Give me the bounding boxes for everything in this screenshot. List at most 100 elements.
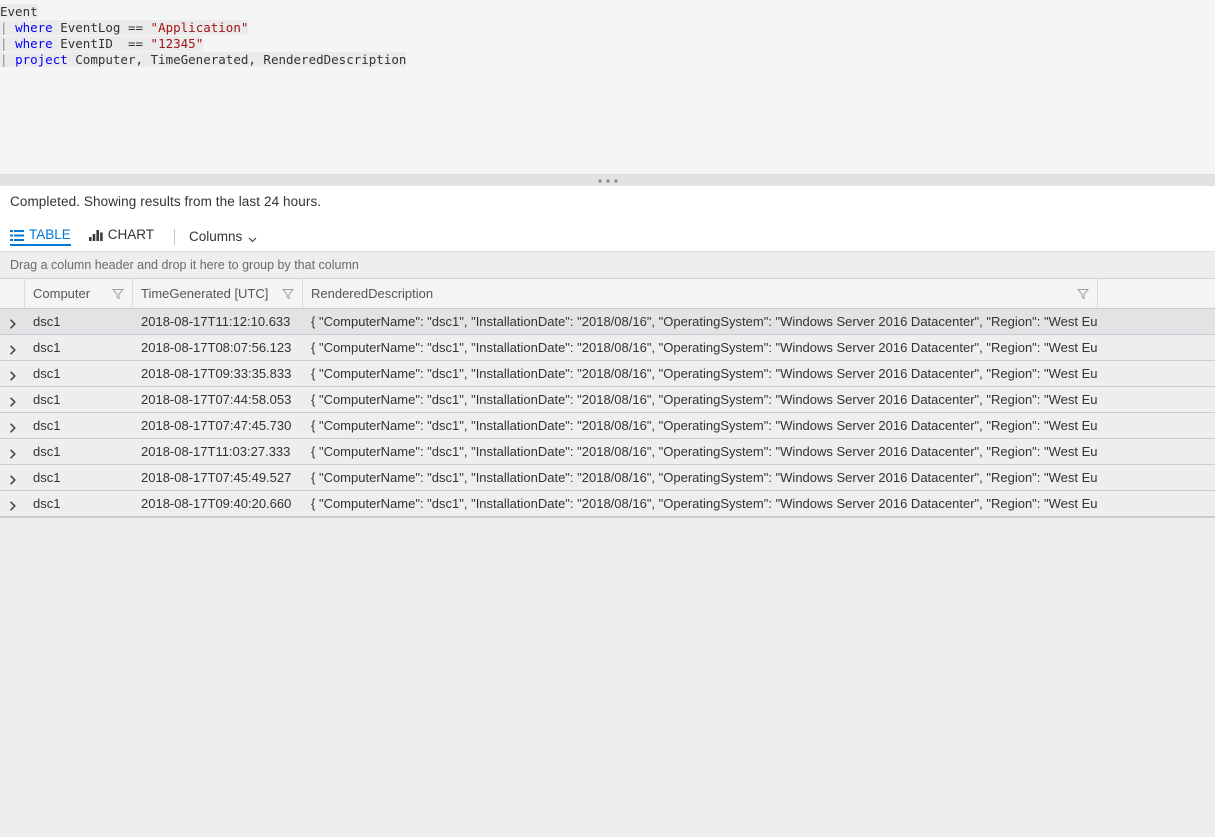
- column-header-filler: [1098, 279, 1215, 308]
- code-token: Event: [0, 4, 38, 19]
- group-by-dropzone[interactable]: Drag a column header and drop it here to…: [0, 251, 1215, 279]
- row-expand-chevron-right-icon[interactable]: [0, 413, 25, 438]
- cell-timegenerated: 2018-08-17T11:12:10.633: [141, 314, 291, 329]
- code-token: "Application": [150, 20, 249, 35]
- table-row[interactable]: dsc1 2018-08-17T07:45:49.527 { "ComputerNa…: [0, 465, 1215, 491]
- grid-header-row: Computer TimeGenerated [UTC] RenderedDes…: [0, 279, 1215, 309]
- cell-timegenerated: 2018-08-17T08:07:56.123: [141, 340, 292, 355]
- column-header-computer-label: Computer: [33, 286, 91, 301]
- cell-timegenerated: 2018-08-17T09:33:35.833: [141, 366, 292, 381]
- cell-rendereddescription: { "ComputerName": "dsc1", "InstallationD…: [311, 340, 1098, 355]
- code-token: |: [0, 20, 16, 35]
- table-row[interactable]: dsc1 2018-08-17T09:33:35.833 { "ComputerNa…: [0, 361, 1215, 387]
- table-row[interactable]: dsc1 2018-08-17T07:47:45.730 { "ComputerNa…: [0, 413, 1215, 439]
- row-expand-chevron-right-icon[interactable]: [0, 491, 25, 516]
- cell-computer: dsc1: [33, 470, 61, 485]
- cell-timegenerated: 2018-08-17T07:47:45.730: [141, 418, 292, 433]
- cell-filler: [1098, 361, 1215, 386]
- table-row[interactable]: dsc1 2018-08-17T07:44:58.053 { "ComputerNa…: [0, 387, 1215, 413]
- cell-timegenerated: 2018-08-17T07:45:49.527: [141, 470, 292, 485]
- tab-table-label: TABLE: [29, 227, 71, 242]
- column-header-timegenerated[interactable]: TimeGenerated [UTC]: [133, 279, 303, 308]
- row-expand-chevron-right-icon[interactable]: [0, 335, 25, 360]
- chevron-down-icon: [248, 232, 257, 243]
- results-view-toolbar: TABLE CHART Columns: [0, 222, 1215, 251]
- row-expand-chevron-right-icon[interactable]: [0, 361, 25, 386]
- cell-timegenerated: 2018-08-17T11:03:27.333: [141, 444, 291, 459]
- cell-rendereddescription: { "ComputerName": "dsc1", "InstallationD…: [311, 392, 1098, 407]
- cell-timegenerated: 2018-08-17T09:40:20.660: [141, 496, 292, 511]
- row-expand-chevron-right-icon[interactable]: [0, 309, 25, 334]
- columns-dropdown[interactable]: Columns: [189, 229, 257, 244]
- column-header-rendereddescription[interactable]: RenderedDescription: [303, 279, 1098, 308]
- cell-computer: dsc1: [33, 392, 61, 407]
- table-row[interactable]: dsc1 2018-08-17T08:07:56.123 { "ComputerNa…: [0, 335, 1215, 361]
- code-token: Computer, TimeGenerated, RenderedDescrip…: [67, 52, 407, 67]
- tab-chart-label: CHART: [107, 227, 155, 242]
- query-line-1[interactable]: Event: [0, 4, 1215, 20]
- results-status-text: Completed. Showing results from the last…: [10, 194, 322, 209]
- results-panel: Completed. Showing results from the last…: [0, 186, 1215, 837]
- table-row[interactable]: dsc1 2018-08-17T11:12:10.633 { "ComputerNa…: [0, 309, 1215, 335]
- cell-rendereddescription: { "ComputerName": "dsc1", "InstallationD…: [311, 418, 1098, 433]
- grid-empty-area: [0, 517, 1215, 837]
- cell-rendereddescription: { "ComputerName": "dsc1", "InstallationD…: [311, 496, 1098, 511]
- tab-table[interactable]: TABLE: [10, 227, 71, 246]
- table-row[interactable]: dsc1 2018-08-17T11:03:27.333 { "ComputerNa…: [0, 439, 1215, 465]
- code-token: project: [15, 52, 68, 67]
- row-expand-chevron-right-icon[interactable]: [0, 465, 25, 490]
- query-line-text: | project Computer, TimeGenerated, Rende…: [0, 52, 407, 67]
- filter-icon-timegenerated[interactable]: [281, 288, 295, 300]
- grid-header-expander-cell: [0, 279, 25, 308]
- query-line-2[interactable]: | where EventLog == "Application": [0, 20, 1215, 36]
- grid-body: dsc1 2018-08-17T11:12:10.633 { "ComputerNa…: [0, 309, 1215, 517]
- column-header-rendereddescription-label: RenderedDescription: [311, 286, 434, 301]
- code-token: EventID ==: [52, 36, 151, 51]
- splitter-grip-icon: [598, 179, 617, 182]
- cell-computer: dsc1: [33, 314, 61, 329]
- table-rows-icon: [10, 229, 24, 241]
- cell-filler: [1098, 309, 1215, 334]
- results-grid: Computer TimeGenerated [UTC] RenderedDes…: [0, 279, 1215, 837]
- tab-chart[interactable]: CHART: [88, 227, 155, 246]
- cell-computer: dsc1: [33, 340, 61, 355]
- code-token: EventLog ==: [52, 20, 151, 35]
- query-line-text: | where EventID == "12345": [0, 36, 204, 51]
- code-token: |: [0, 36, 16, 51]
- cell-rendereddescription: { "ComputerName": "dsc1", "InstallationD…: [311, 470, 1098, 485]
- query-line-3[interactable]: | where EventID == "12345": [0, 36, 1215, 52]
- cell-timegenerated: 2018-08-17T07:44:58.053: [141, 392, 292, 407]
- cell-computer: dsc1: [33, 418, 61, 433]
- row-expand-chevron-right-icon[interactable]: [0, 439, 25, 464]
- toolbar-divider: [174, 228, 176, 245]
- code-token: |: [0, 52, 16, 67]
- row-expand-chevron-right-icon[interactable]: [0, 387, 25, 412]
- table-row[interactable]: dsc1 2018-08-17T09:40:20.660 { "ComputerNa…: [0, 491, 1215, 517]
- query-line-4[interactable]: | project Computer, TimeGenerated, Rende…: [0, 52, 1215, 68]
- cell-filler: [1098, 439, 1215, 464]
- cell-filler: [1098, 491, 1215, 516]
- cell-rendereddescription: { "ComputerName": "dsc1", "InstallationD…: [311, 444, 1098, 459]
- cell-filler: [1098, 387, 1215, 412]
- column-header-computer[interactable]: Computer: [25, 279, 133, 308]
- cell-filler: [1098, 413, 1215, 438]
- query-editor[interactable]: Event | where EventLog == "Application" | …: [0, 0, 1215, 174]
- filter-icon-rendereddescription[interactable]: [1076, 288, 1090, 300]
- panel-splitter[interactable]: [0, 174, 1215, 186]
- code-token: where: [15, 20, 53, 35]
- group-by-hint-text: Drag a column header and drop it here to…: [10, 258, 359, 272]
- cell-filler: [1098, 465, 1215, 490]
- cell-computer: dsc1: [33, 496, 61, 511]
- cell-rendereddescription: { "ComputerName": "dsc1", "InstallationD…: [311, 314, 1098, 329]
- query-line-text: | where EventLog == "Application": [0, 20, 249, 35]
- code-token: "12345": [150, 36, 204, 51]
- filter-icon-computer[interactable]: [111, 288, 125, 300]
- query-line-text: Event: [0, 4, 38, 19]
- code-token: where: [15, 36, 53, 51]
- cell-filler: [1098, 335, 1215, 360]
- cell-computer: dsc1: [33, 444, 61, 459]
- bar-chart-icon: [88, 229, 103, 241]
- query-code-lines[interactable]: Event | where EventLog == "Application" | …: [0, 0, 1215, 68]
- columns-dropdown-label: Columns: [189, 229, 243, 244]
- cell-computer: dsc1: [33, 366, 61, 381]
